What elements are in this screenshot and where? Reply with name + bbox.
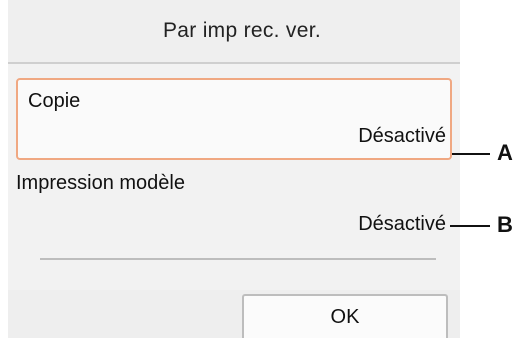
printer-screen: Par imp rec. ver. Copie Désactivé Impres… (8, 0, 460, 338)
callout-label-a: A (497, 140, 513, 165)
settings-list: Copie Désactivé Impression modèle Désact… (8, 64, 460, 290)
title-bar: Par imp rec. ver. (8, 0, 460, 64)
list-divider (40, 258, 436, 260)
setting-value-copy: Désactivé (358, 125, 446, 147)
setting-item-template-print[interactable]: Impression modèle Désactivé (16, 168, 452, 250)
ok-button[interactable]: OK (242, 294, 448, 338)
setting-item-copy[interactable]: Copie Désactivé (16, 78, 452, 160)
setting-value-template-print: Désactivé (358, 213, 446, 235)
callout-line-a (452, 153, 490, 155)
callout-line-b (450, 225, 490, 227)
page-title: Par imp rec. ver. (163, 19, 321, 42)
callout-label-b: B (497, 212, 513, 237)
setting-label-template-print: Impression modèle (16, 172, 185, 194)
setting-label-copy: Copie (28, 90, 81, 112)
